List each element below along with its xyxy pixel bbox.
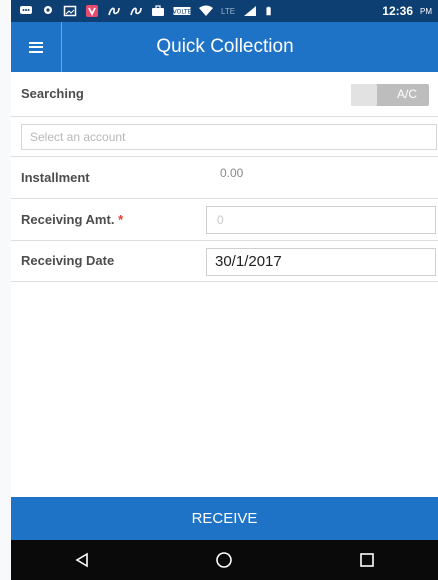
vivaldi-icon xyxy=(86,5,98,17)
location-icon xyxy=(44,6,52,14)
receiving-amount-text: Receiving Amt. xyxy=(21,212,115,227)
message-icon xyxy=(20,6,32,14)
required-mark: * xyxy=(118,212,124,227)
svg-text:VOLTE: VOLTE xyxy=(173,9,191,16)
toggle-label: A/C xyxy=(396,87,417,101)
installment-row: Installment 0.00 xyxy=(11,157,438,199)
volte-icon: VOLTE xyxy=(173,7,191,16)
status-time: 12:36 xyxy=(382,4,413,18)
menu-button[interactable] xyxy=(11,22,61,72)
image-icon xyxy=(63,5,77,17)
recents-button[interactable] xyxy=(347,545,387,575)
receiving-date-label: Receiving Date xyxy=(21,253,115,268)
recents-square-icon xyxy=(360,553,374,567)
lte-label: LTE xyxy=(221,6,236,16)
receiving-amount-input[interactable]: 0 xyxy=(206,206,436,234)
briefcase-icon xyxy=(152,5,164,16)
page-title: Quick Collection xyxy=(156,36,294,57)
receiving-date-input[interactable]: 30/1/2017 xyxy=(206,248,436,276)
installment-value: 0.00 xyxy=(220,166,244,180)
account-search-toggle[interactable]: A/C xyxy=(351,84,429,106)
home-circle-icon xyxy=(216,552,233,568)
status-ampm: PM xyxy=(420,6,432,16)
account-row xyxy=(11,117,438,157)
app-icon xyxy=(130,7,142,16)
app-bar: Quick Collection xyxy=(11,22,438,72)
toggle-knob xyxy=(351,84,377,106)
status-icons: VOLTE LTE xyxy=(19,5,382,17)
installment-label: Installment xyxy=(21,170,90,185)
home-button[interactable] xyxy=(204,545,244,575)
wifi-icon xyxy=(199,5,213,16)
app-icon xyxy=(108,7,120,16)
phone-screen: VOLTE LTE 12:36 PM Quick Collection Searc… xyxy=(11,0,438,580)
battery-icon xyxy=(266,6,271,16)
system-nav-bar xyxy=(11,540,438,580)
searching-label: Searching xyxy=(21,86,84,101)
signal-icon xyxy=(244,6,257,16)
receive-button[interactable]: RECEIVE xyxy=(11,497,438,540)
back-triangle-icon xyxy=(75,552,88,568)
status-bar: VOLTE LTE 12:36 PM xyxy=(11,0,438,22)
back-button[interactable] xyxy=(62,545,102,575)
clock: 12:36 PM xyxy=(382,4,432,18)
hamburger-menu-icon xyxy=(29,41,43,53)
receiving-amount-label: Receiving Amt. * xyxy=(21,212,123,227)
